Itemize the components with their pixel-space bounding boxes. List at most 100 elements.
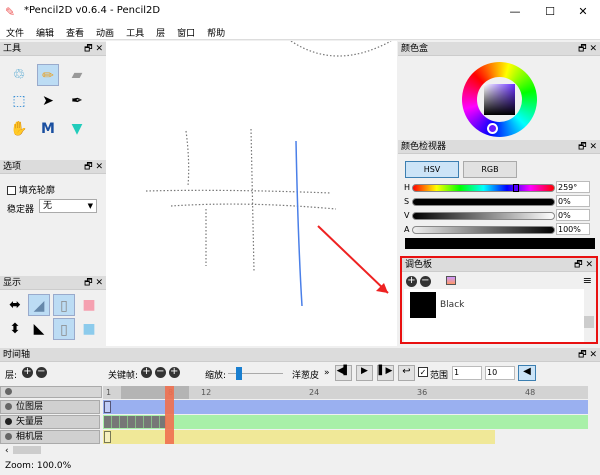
menu-layer[interactable]: 层 <box>150 24 171 41</box>
pencil-tool-icon[interactable]: ✏ <box>37 64 59 86</box>
menu-file[interactable]: 文件 <box>0 24 30 41</box>
app-logo-icon: ✎ <box>5 5 16 19</box>
close-icon[interactable]: ✕ <box>95 44 103 54</box>
hue-slider[interactable] <box>412 184 555 192</box>
move-tool-icon[interactable]: ➤ <box>37 90 59 112</box>
layer-row-camera[interactable]: 相机层 <box>0 430 100 444</box>
fill-contour-checkbox[interactable]: 填充轮廓 <box>7 183 55 196</box>
palette-panel: 调色板 🗗 ✕ + − ≡ Black <box>400 256 598 344</box>
color-name[interactable]: Black <box>440 300 464 310</box>
close-button[interactable]: ✕ <box>568 0 598 24</box>
float-icon[interactable]: 🗗 <box>574 260 582 270</box>
frame-ruler[interactable]: 1 8 12 24 36 48 <box>103 386 588 399</box>
float-icon[interactable]: 🗗 <box>84 162 92 172</box>
palette-scrollbar[interactable] <box>584 289 594 342</box>
overlay-icon[interactable]: ◢ <box>28 294 50 316</box>
eraser-tool-icon[interactable]: ▰ <box>66 64 88 86</box>
hue-input[interactable]: 259° <box>556 181 590 193</box>
add-color-icon[interactable]: + <box>406 276 417 287</box>
tab-hsv[interactable]: HSV <box>405 161 459 178</box>
visibility-all-icon[interactable] <box>5 388 12 395</box>
color-prev-icon[interactable]: ■ <box>78 294 100 316</box>
hue-handle[interactable] <box>487 123 498 134</box>
remove-keyframe-icon[interactable]: − <box>154 367 166 378</box>
color-swatch-black[interactable] <box>410 292 436 318</box>
playhead[interactable] <box>165 386 174 444</box>
float-icon[interactable]: 🗗 <box>84 278 92 288</box>
s-label: S <box>404 197 410 206</box>
float-icon[interactable]: 🗗 <box>578 142 586 152</box>
remove-layer-icon[interactable]: − <box>35 367 47 378</box>
onion-skin-label: 洋葱皮 <box>292 371 320 381</box>
status-bar: Zoom: 100.0% <box>0 458 600 475</box>
onion-prev-icon[interactable]: ▯ <box>53 294 75 316</box>
remove-color-icon[interactable]: − <box>419 276 431 287</box>
add-layer-icon[interactable]: + <box>22 367 33 378</box>
loop-button[interactable]: ↩ <box>398 365 415 381</box>
tab-rgb[interactable]: RGB <box>463 161 517 178</box>
sound-button[interactable]: ◀ <box>518 365 536 381</box>
clear-tool-icon[interactable]: ♲ <box>8 64 30 86</box>
close-icon[interactable]: ✕ <box>589 44 597 54</box>
duplicate-keyframe-icon[interactable]: + <box>168 367 180 378</box>
minimize-button[interactable]: — <box>500 0 530 24</box>
flip-vertical-icon[interactable]: ⬍ <box>4 318 26 340</box>
timeline-panel: 时间轴 🗗 ✕ 层: + − 关键帧: + − + 缩放: 洋葱皮 » ◀▌ ▶ … <box>0 348 600 458</box>
panel-title: 颜色检视器 <box>401 142 447 152</box>
layer-row-vector[interactable]: 矢量层 <box>0 415 100 429</box>
saturation-value-square[interactable] <box>484 84 515 115</box>
outline-icon[interactable]: ◣ <box>28 318 50 340</box>
saturation-input[interactable]: 0% <box>556 195 590 207</box>
panel-title: 颜色盒 <box>401 44 429 54</box>
onion-next-icon[interactable]: ▯ <box>53 318 75 340</box>
close-icon[interactable]: ✕ <box>585 260 593 270</box>
stabilizer-select[interactable]: 无 ▼ <box>39 199 97 213</box>
next-frame-button[interactable]: ▌▶ <box>377 365 394 381</box>
saturation-slider[interactable] <box>412 198 555 206</box>
range-end-input[interactable]: 10 <box>485 366 515 380</box>
close-icon[interactable]: ✕ <box>95 162 103 172</box>
range-checkbox[interactable]: ✓ <box>418 367 428 377</box>
drawing-canvas[interactable] <box>106 40 397 346</box>
alpha-input[interactable]: 100% <box>556 223 590 235</box>
menu-tools[interactable]: 工具 <box>120 24 150 41</box>
scroll-left-icon[interactable]: ‹ <box>5 446 9 456</box>
play-button[interactable]: ▶ <box>356 365 373 381</box>
layer-name: 相机层 <box>16 432 44 442</box>
color-next-icon[interactable]: ■ <box>78 318 100 340</box>
value-input[interactable]: 0% <box>556 209 590 221</box>
float-icon[interactable]: 🗗 <box>578 44 586 54</box>
menu-icon[interactable]: ≡ <box>583 274 592 287</box>
polyline-tool-icon[interactable]: M <box>37 118 59 140</box>
menu-help[interactable]: 帮助 <box>201 24 231 41</box>
layer-row-bitmap[interactable]: 位图层 <box>0 400 100 414</box>
close-icon[interactable]: ✕ <box>589 142 597 152</box>
more-icon[interactable]: » <box>324 368 330 378</box>
float-icon[interactable]: 🗗 <box>84 44 92 54</box>
timeline-scrollbar[interactable] <box>13 446 41 454</box>
prev-frame-button[interactable]: ◀▌ <box>335 365 352 381</box>
value-slider[interactable] <box>412 212 555 220</box>
close-icon[interactable]: ✕ <box>95 278 103 288</box>
flip-horizontal-icon[interactable]: ⬌ <box>4 294 26 316</box>
bitmap-track[interactable] <box>103 400 588 414</box>
palette-image-icon[interactable] <box>446 276 456 285</box>
alpha-slider[interactable] <box>412 226 555 234</box>
menu-window[interactable]: 窗口 <box>171 24 201 41</box>
pen-tool-icon[interactable]: ✒ <box>66 90 88 112</box>
add-keyframe-icon[interactable]: + <box>141 367 152 378</box>
menu-animation[interactable]: 动画 <box>90 24 120 41</box>
zoom-slider[interactable] <box>228 367 283 380</box>
bucket-tool-icon[interactable]: ▼ <box>66 118 88 140</box>
select-tool-icon[interactable]: ⬚ <box>8 90 30 112</box>
layer-name: 位图层 <box>16 402 44 412</box>
close-icon[interactable]: ✕ <box>589 350 597 360</box>
range-start-input[interactable]: 1 <box>452 366 482 380</box>
maximize-button[interactable]: ☐ <box>535 0 565 24</box>
hand-tool-icon[interactable]: ✋ <box>8 118 30 140</box>
menu-edit[interactable]: 编辑 <box>30 24 60 41</box>
menu-view[interactable]: 查看 <box>60 24 90 41</box>
camera-track[interactable] <box>103 430 495 444</box>
float-icon[interactable]: 🗗 <box>578 350 586 360</box>
vector-track[interactable] <box>103 415 588 429</box>
